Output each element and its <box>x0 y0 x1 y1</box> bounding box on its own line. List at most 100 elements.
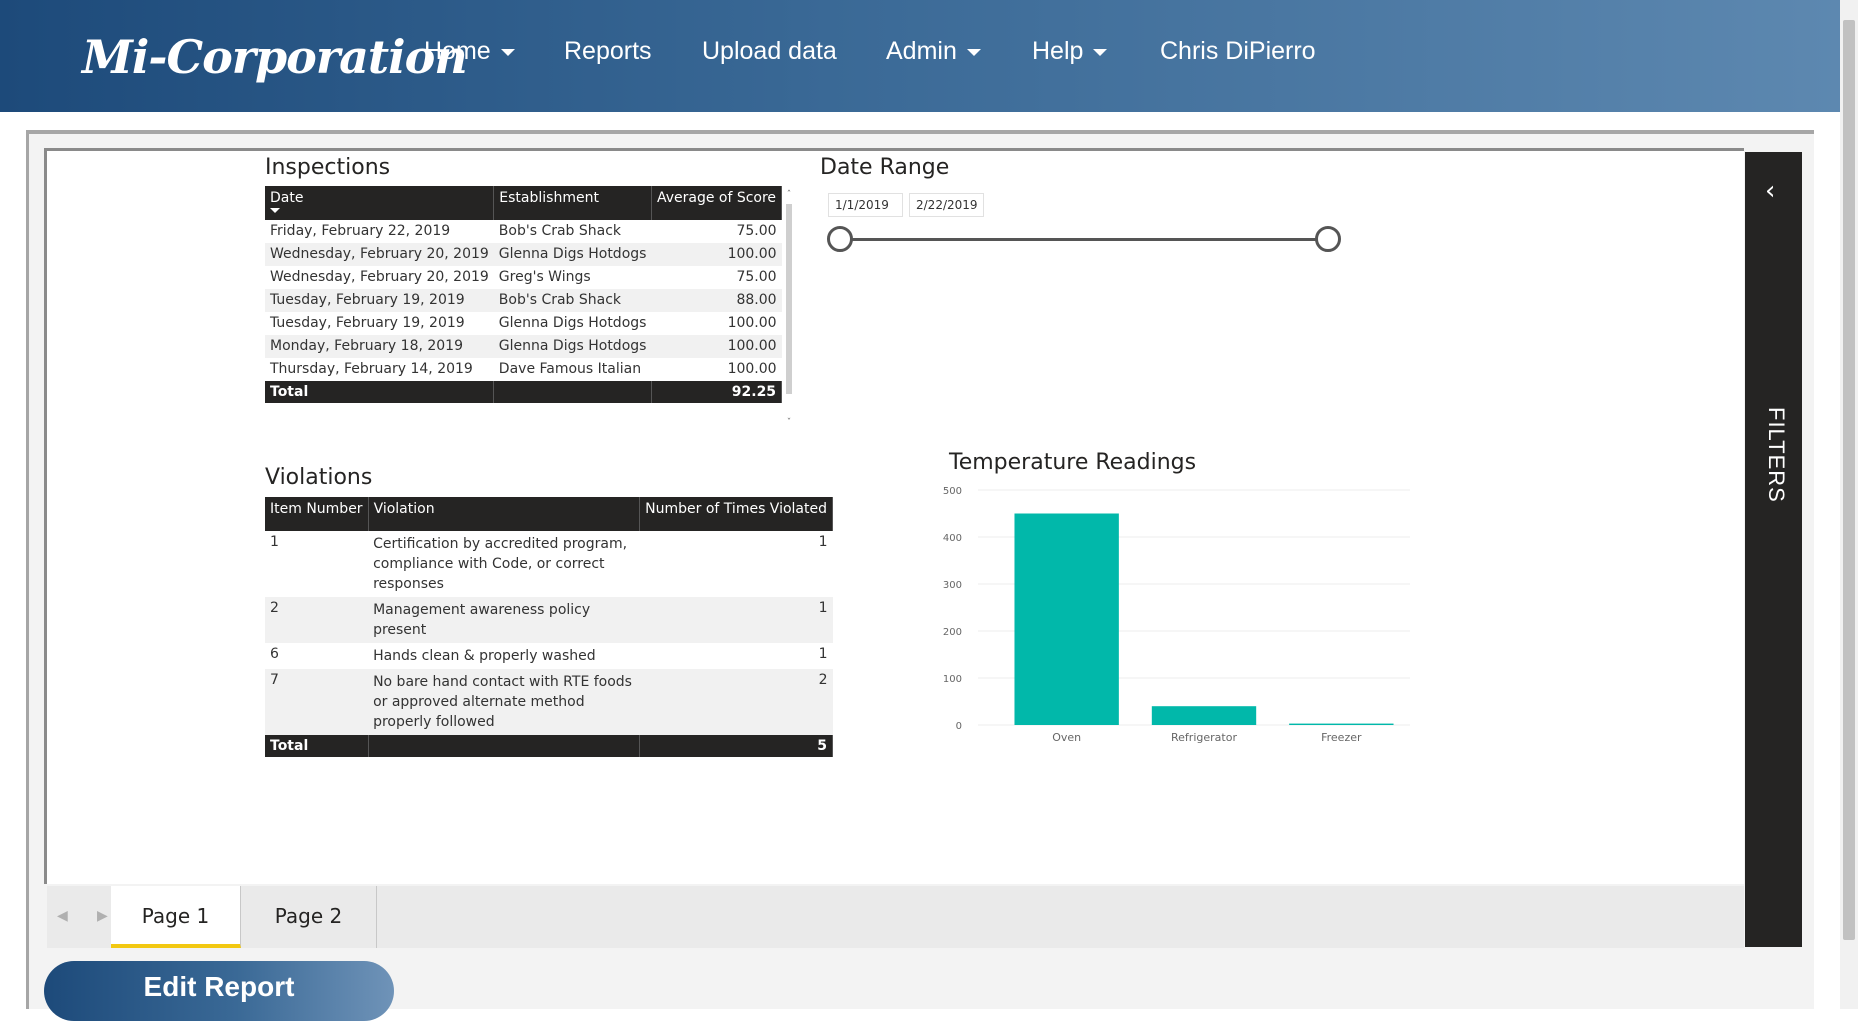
x-category-label: Freezer <box>1321 731 1362 744</box>
company-logo[interactable]: Mi-Corporation <box>82 30 468 84</box>
next-page-icon[interactable]: ▶ <box>97 908 108 924</box>
nav-help[interactable]: Help <box>1032 37 1108 66</box>
sort-descending-icon[interactable] <box>270 208 280 213</box>
inspections-total-row: Total 92.25 <box>265 381 783 403</box>
filters-label[interactable]: FILTERS <box>1763 407 1789 503</box>
total-empty-cell <box>368 735 641 757</box>
violations-table: Item Number Violation Number of Times Vi… <box>265 497 833 757</box>
nav-home-label: Home <box>424 37 491 65</box>
y-tick-label: 300 <box>943 580 962 591</box>
cell-establishment: Bob's Crab Shack <box>498 223 622 239</box>
y-tick-label: 0 <box>956 721 962 732</box>
table-row[interactable]: 6 Hands clean & properly washed 1 <box>265 643 833 669</box>
temperature-bar-chart: 0 100 200 300 400 500 Oven Refrigerator Freezer <box>943 486 1410 744</box>
nav-user-label: Chris DiPierro <box>1160 37 1316 65</box>
table-row[interactable]: Thursday, February 14, 2019 Dave Famous I… <box>265 358 782 381</box>
column-header-average-score[interactable]: Average of Score <box>651 186 783 220</box>
cell-date: Tuesday, February 19, 2019 <box>270 315 465 331</box>
cell-establishment: Glenna Digs Hotdogs <box>493 243 652 266</box>
nav-upload-data[interactable]: Upload data <box>702 37 837 66</box>
cell-item-number: 7 <box>265 669 369 735</box>
y-tick-label: 500 <box>943 486 962 497</box>
column-header-average-score-label: Average of Score <box>656 190 777 206</box>
inspections-table: Date Establishment Average of Score Frid… <box>265 186 783 403</box>
cell-establishment: Bob's Crab Shack <box>493 289 652 312</box>
cell-date: Friday, February 22, 2019 <box>270 223 451 239</box>
cell-establishment: Dave Famous Italian <box>498 361 642 377</box>
cell-establishment: Glenna Digs Hotdogs <box>493 335 652 358</box>
column-header-times-violated[interactable]: Number of Times Violated <box>639 497 833 531</box>
bar-freezer[interactable] <box>1289 723 1394 725</box>
cell-times-violated: 1 <box>639 597 833 643</box>
scroll-up-icon[interactable]: ˆ <box>784 190 794 200</box>
cell-date: Monday, February 18, 2019 <box>265 335 494 358</box>
column-header-date-label: Date <box>270 190 304 206</box>
cell-violation: Hands clean & properly washed <box>373 648 596 664</box>
table-row[interactable]: Tuesday, February 19, 2019 Glenna Digs Ho… <box>265 312 782 335</box>
y-tick-label: 200 <box>943 627 962 638</box>
violations-title: Violations <box>265 465 373 490</box>
cell-average-score: 100.00 <box>727 315 777 331</box>
table-row[interactable]: 7 No bare hand contact with RTE foods or … <box>265 669 833 735</box>
total-empty-cell <box>493 381 652 403</box>
chevron-left-icon[interactable]: ‹ <box>1765 176 1775 206</box>
cell-average-score: 88.00 <box>651 289 782 312</box>
bar-oven[interactable] <box>1014 513 1119 726</box>
chevron-down-icon <box>1093 48 1108 56</box>
cell-establishment: Greg's Wings <box>498 269 591 285</box>
cell-violation: Certification by accredited program, com… <box>373 536 628 592</box>
cell-date: Tuesday, February 19, 2019 <box>265 289 494 312</box>
nav-help-label: Help <box>1032 37 1084 65</box>
column-header-item-number[interactable]: Item Number <box>265 497 369 531</box>
top-navbar: Mi-Corporation Home Reports Upload data … <box>0 0 1840 112</box>
table-row[interactable]: 2 Management awareness policy present 1 <box>265 597 833 643</box>
prev-page-icon[interactable]: ◀ <box>57 908 68 924</box>
nav-admin[interactable]: Admin <box>886 37 981 66</box>
nav-home[interactable]: Home <box>424 37 515 66</box>
inspections-title: Inspections <box>265 155 391 180</box>
cell-average-score: 100.00 <box>727 361 777 377</box>
nav-user[interactable]: Chris DiPierro <box>1160 37 1316 66</box>
cell-item-number: 2 <box>265 597 369 643</box>
filters-pane[interactable]: ‹ FILTERS <box>1745 152 1802 947</box>
x-category-label: Refrigerator <box>1171 731 1237 744</box>
date-range-start-handle[interactable] <box>827 226 853 252</box>
cell-average-score: 75.00 <box>736 223 777 239</box>
inspections-scrollbar[interactable]: ˆ ˇ <box>784 190 794 428</box>
chevron-down-icon <box>500 48 515 56</box>
edit-report-button[interactable]: Edit Report <box>44 961 394 1021</box>
date-range-start-input[interactable]: 1/1/2019 <box>828 193 903 217</box>
inspections-scrollbar-thumb[interactable] <box>786 204 792 394</box>
cell-average-score: 75.00 <box>736 269 777 285</box>
cell-average-score: 100.00 <box>651 243 782 266</box>
violations-total-row: Total 5 <box>265 735 833 757</box>
page-scrollbar[interactable] <box>1840 0 1858 1009</box>
y-tick-label: 100 <box>943 674 962 685</box>
table-row[interactable]: 1 Certification by accredited program, co… <box>265 531 833 597</box>
scroll-down-icon[interactable]: ˇ <box>784 418 794 428</box>
column-header-date[interactable]: Date <box>265 186 495 220</box>
column-header-violation-label: Violation <box>373 501 435 517</box>
page-scrollbar-thumb[interactable] <box>1843 20 1855 940</box>
cell-violation: No bare hand contact with RTE foods or a… <box>368 669 640 735</box>
tab-page-2[interactable]: Page 2 <box>241 886 377 948</box>
table-row[interactable]: Friday, February 22, 2019 Bob's Crab Shac… <box>265 220 782 243</box>
cell-date: Thursday, February 14, 2019 <box>270 361 473 377</box>
table-row[interactable]: Monday, February 18, 2019 Glenna Digs Hot… <box>265 335 782 358</box>
table-row[interactable]: Tuesday, February 19, 2019 Bob's Crab Sha… <box>265 289 782 312</box>
table-row[interactable]: Wednesday, February 20, 2019 Glenna Digs … <box>265 243 782 266</box>
temperature-chart-title: Temperature Readings <box>949 450 1197 475</box>
cell-times-violated: 1 <box>818 646 828 662</box>
tab-page-1[interactable]: Page 1 <box>111 886 241 948</box>
column-header-violation[interactable]: Violation <box>368 497 641 531</box>
nav-reports-label: Reports <box>564 37 652 65</box>
date-range-end-input[interactable]: 2/22/2019 <box>909 193 984 217</box>
date-range-end-handle[interactable] <box>1315 226 1341 252</box>
cell-date: Wednesday, February 20, 2019 <box>270 269 489 285</box>
total-label: Total <box>265 381 495 403</box>
nav-admin-label: Admin <box>886 37 957 65</box>
column-header-establishment[interactable]: Establishment <box>493 186 652 220</box>
nav-reports[interactable]: Reports <box>564 37 652 66</box>
table-row[interactable]: Wednesday, February 20, 2019 Greg's Wings… <box>265 266 782 289</box>
bar-refrigerator[interactable] <box>1151 706 1257 725</box>
